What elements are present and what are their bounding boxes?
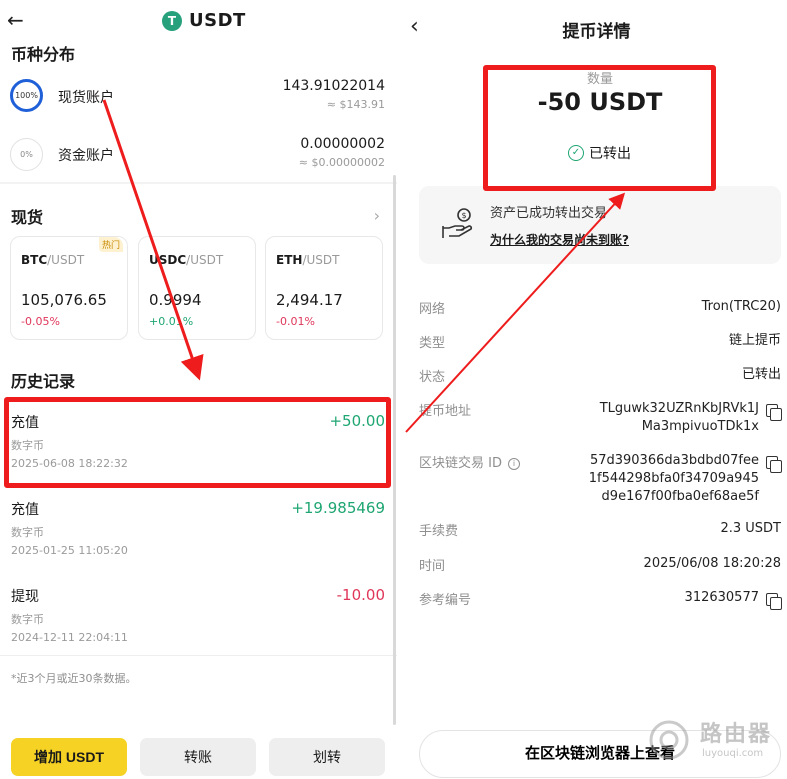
record-type: 提现 [11,589,39,605]
spot-title: 现货 [11,208,44,227]
info-icon[interactable]: i [507,458,520,470]
detail-value: 已转出 [741,367,781,382]
ticker-card-eth[interactable]: ETH/USDT 2,494.17 -0.01% [265,236,383,340]
hand-coin-icon: $ [442,208,473,238]
ticker-quote: /USDT [186,253,224,267]
watermark-subtext: luyouqi.com [702,748,764,759]
ticker-pair: BTC/USDT [21,253,84,267]
detail-value: 312630577 [684,590,759,605]
account-fiat-value: ≈ $143.91 [326,98,385,111]
detail-value: Tron(TRC20) [701,299,781,314]
ticker-base: USDC [149,253,187,267]
detail-value: 链上提币 [728,333,781,348]
detail-key: 类型 [419,336,446,351]
ticker-price: 2,494.17 [276,291,343,309]
allocation-ring-icon: 0% [10,138,43,171]
ticker-change: -0.05% [21,315,60,328]
help-link[interactable]: 为什么我的交易尚未到账? [490,231,629,248]
detail-value: 2.3 USDT [720,521,781,536]
ticker-base: BTC [21,253,48,267]
ticker-quote: /USDT [47,253,85,267]
account-row-spot[interactable]: 100% 现货账户 143.91022014 ≈ $143.91 [0,72,397,126]
copy-icon[interactable] [766,456,782,473]
allocation-ring-icon: 100% [10,79,43,112]
history-record[interactable]: 充值 +19.985469 数字币 2025-01-25 11:05:20 [0,499,397,585]
ticker-base: ETH [276,253,303,267]
svg-text:$: $ [461,211,466,220]
ticker-card-usdc[interactable]: USDC/USDT 0.9994 +0.01% [138,236,256,340]
ticker-quote: /USDT [302,253,340,267]
txid-line: d9e167f00fba0ef68ae5f [601,489,759,504]
ticker-change: -0.01% [276,315,315,328]
history-title: 历史记录 [11,372,76,391]
section-divider [0,182,397,184]
highlight-box-deposit [4,397,391,488]
history-footnote: *近3个月或近30条数据。 [11,672,137,685]
address-line: Ma3mpivuoTDk1x [641,419,759,434]
transfer-button[interactable]: 转账 [140,738,256,776]
add-usdt-button[interactable]: 增加 USDT [11,738,127,776]
coin-title: USDT [189,10,246,31]
back-arrow-icon[interactable]: ← [7,9,24,31]
txid-line: 1f544298bfa0f34709a945 [588,471,759,486]
detail-key: 手续费 [419,524,459,539]
asset-detail-panel: ← T USDT 币种分布 100% 现货账户 143.91022014 ≈ $… [0,0,397,779]
copy-icon[interactable] [766,593,782,610]
ticker-price: 0.9994 [149,291,202,309]
highlight-box-withdrawal [483,65,716,191]
record-amount: -10.00 [336,586,385,604]
copy-icon[interactable] [766,404,782,421]
list-divider [0,655,397,656]
detail-key: 时间 [419,559,446,574]
record-amount: +19.985469 [291,499,385,517]
page-title: 提币详情 [562,22,631,42]
distribution-title: 币种分布 [11,45,76,64]
detail-key: 状态 [419,370,446,385]
account-row-funding[interactable]: 0% 资金账户 0.00000002 ≈ $0.00000002 [0,130,397,184]
hot-badge: 热门 [98,237,123,252]
record-category: 数字币 [11,526,44,539]
move-funds-button[interactable]: 划转 [269,738,385,776]
ticker-change: +0.01% [149,315,194,328]
withdraw-address: TLguwk32UZRnKbJRVk1J Ma3mpivuoTDk1x [600,400,759,436]
transaction-id: 57d390366da3bdbd07fee 1f544298bfa0f34709… [589,452,759,506]
detail-key: 提币地址 [419,404,472,419]
ticker-price: 105,076.65 [21,291,107,309]
account-balance: 0.00000002 [300,136,385,152]
txid-line: 57d390366da3bdbd07fee [589,453,759,468]
detail-key-text: 区块链交易 ID [419,456,502,471]
info-banner: $ 资产已成功转出交易 为什么我的交易尚未到账? [419,186,781,264]
detail-key: 参考编号 [419,593,472,608]
scrollbar[interactable] [393,175,396,725]
address-line: TLguwk32UZRnKbJRVk1J [599,401,759,416]
panel-gap [397,0,406,779]
watermark-text: 路由器 [700,722,773,747]
account-balance: 143.91022014 [282,78,385,94]
record-time: 2024-12-11 22:04:11 [11,631,128,644]
info-message: 资产已成功转出交易 [490,206,608,221]
ticker-pair: USDC/USDT [149,253,223,267]
ticker-card-btc[interactable]: 热门 BTC/USDT 105,076.65 -0.05% [10,236,128,340]
detail-key: 区块链交易 ID i [419,452,520,471]
ticker-pair: ETH/USDT [276,253,339,267]
tether-logo-icon: T [162,11,182,31]
account-name: 资金账户 [58,148,114,164]
record-type: 充值 [11,502,39,518]
history-record[interactable]: 提现 -10.00 数字币 2024-12-11 22:04:11 [0,586,397,672]
chevron-right-icon[interactable]: › [374,206,380,225]
detail-key: 网络 [419,302,446,317]
account-fiat-value: ≈ $0.00000002 [298,156,385,169]
detail-value: 2025/06/08 18:20:28 [643,556,781,571]
account-name: 现货账户 [58,90,114,106]
record-category: 数字币 [11,613,44,626]
record-time: 2025-01-25 11:05:20 [11,544,128,557]
asset-header: ← T USDT [0,0,397,40]
